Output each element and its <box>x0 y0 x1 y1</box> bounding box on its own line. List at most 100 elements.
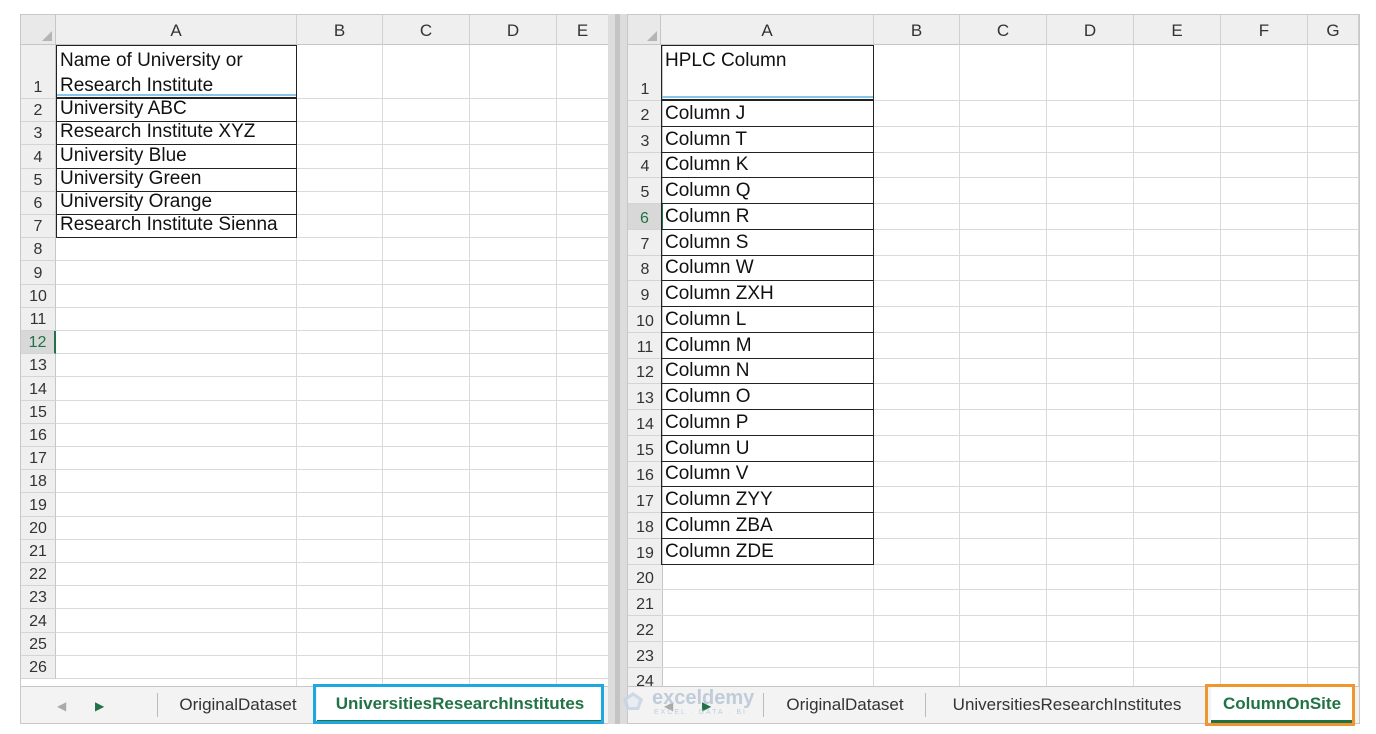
row-header-4[interactable]: 4 <box>628 152 663 179</box>
data-cell-a12[interactable]: Column N <box>661 357 874 385</box>
row-header-3[interactable]: 3 <box>21 122 56 146</box>
sheet-tab-original-dataset[interactable]: OriginalDataset <box>159 687 317 723</box>
row-header-24[interactable]: 24 <box>21 609 56 633</box>
data-cell-a6[interactable]: Column R <box>661 203 874 230</box>
row-header-14[interactable]: 14 <box>628 410 663 436</box>
row-header-8[interactable]: 8 <box>21 238 56 262</box>
row-header-18[interactable]: 18 <box>21 470 56 494</box>
column-header-c[interactable]: C <box>383 15 470 45</box>
column-header-d[interactable]: D <box>1047 15 1134 45</box>
column-header-e[interactable]: E <box>1134 15 1221 45</box>
row-header-11[interactable]: 11 <box>628 332 663 359</box>
row-header-22[interactable]: 22 <box>628 616 663 642</box>
header-cell-a1[interactable]: Name of University or Research Institute <box>56 45 297 98</box>
data-cell-a11[interactable]: Column M <box>661 331 874 359</box>
row-header-11[interactable]: 11 <box>21 307 56 331</box>
data-cell-a3[interactable]: Research Institute XYZ <box>56 121 297 146</box>
data-cell-a2[interactable]: University ABC <box>56 98 297 123</box>
data-cell-a9[interactable]: Column ZXH <box>661 280 874 307</box>
row-header-21[interactable]: 21 <box>628 590 663 616</box>
exceldemy-logo-icon <box>623 692 643 710</box>
column-header-a[interactable]: A <box>56 15 297 45</box>
row-header-21[interactable]: 21 <box>21 539 56 563</box>
column-header-f[interactable]: F <box>1221 15 1308 45</box>
data-cell-a5[interactable]: University Green <box>56 167 297 192</box>
column-header-b[interactable]: B <box>874 15 960 45</box>
row-header-13[interactable]: 13 <box>21 354 56 378</box>
row-header-15[interactable]: 15 <box>21 400 56 424</box>
column-header-c[interactable]: C <box>960 15 1047 45</box>
pane-split-divider[interactable] <box>608 14 627 724</box>
header-cell-a1[interactable]: HPLC Column <box>661 45 874 100</box>
row-header-20[interactable]: 20 <box>628 564 663 591</box>
row-header-20[interactable]: 20 <box>21 516 56 540</box>
column-header-g[interactable]: G <box>1308 15 1359 45</box>
row-header-16[interactable]: 16 <box>21 423 56 447</box>
data-cell-a15[interactable]: Column U <box>661 434 874 462</box>
row-header-17[interactable]: 17 <box>628 487 663 513</box>
select-all-corner[interactable] <box>21 15 56 45</box>
row-header-18[interactable]: 18 <box>628 513 663 539</box>
data-cell-a5[interactable]: Column Q <box>661 177 874 204</box>
cell-grid[interactable]: Name of University or Research Institute… <box>56 45 609 686</box>
row-header-23[interactable]: 23 <box>21 586 56 610</box>
row-header-26[interactable]: 26 <box>21 655 56 679</box>
row-header-22[interactable]: 22 <box>21 563 56 587</box>
row-header-8[interactable]: 8 <box>628 255 663 282</box>
data-cell-a13[interactable]: Column O <box>661 383 874 410</box>
left-spreadsheet-window: ABCDE 1 2 3 4 5 6 7 8 9 10 11 12 13 14 15 16 17 18 19 20 21 2… <box>20 14 610 724</box>
row-header-3[interactable]: 3 <box>628 126 663 153</box>
row-header-14[interactable]: 14 <box>21 377 56 401</box>
data-cell-a2[interactable]: Column J <box>661 100 874 127</box>
row-header-25[interactable]: 25 <box>21 632 56 656</box>
data-cell-a10[interactable]: Column L <box>661 306 874 333</box>
sheet-tab-original-dataset[interactable]: OriginalDataset <box>765 687 925 723</box>
data-cell-a16[interactable]: Column V <box>661 460 874 488</box>
row-header-5[interactable]: 5 <box>21 168 56 192</box>
row-header-7[interactable]: 7 <box>21 215 56 239</box>
row-header-17[interactable]: 17 <box>21 447 56 471</box>
sheet-tab-universities-research-institutes[interactable]: UniversitiesResearchInstitutes <box>927 687 1207 723</box>
right-spreadsheet-window: ABCDEFG 1 2 3 4 5 6 7 8 9 10 11 12 13 14 15 16 17 18 19 20 2… <box>627 14 1360 724</box>
data-cell-a8[interactable]: Column W <box>661 254 874 282</box>
row-header-6[interactable]: 6 <box>628 204 663 230</box>
scroll-tabs-left-icon[interactable]: ◀ <box>57 699 66 713</box>
row-header-12[interactable]: 12 <box>628 358 663 385</box>
scroll-tabs-right-icon[interactable]: ▶ <box>95 699 104 713</box>
select-all-corner[interactable] <box>628 15 661 45</box>
row-header-19[interactable]: 19 <box>21 493 56 517</box>
row-header-2[interactable]: 2 <box>21 99 56 123</box>
data-cell-a4[interactable]: Column K <box>661 151 874 179</box>
column-header-b[interactable]: B <box>297 15 383 45</box>
row-header-12[interactable]: 12 <box>21 331 56 355</box>
row-header-23[interactable]: 23 <box>628 641 663 668</box>
data-cell-a18[interactable]: Column ZBA <box>661 512 874 539</box>
row-header-10[interactable]: 10 <box>21 284 56 308</box>
column-header-a[interactable]: A <box>661 15 874 45</box>
data-cell-a14[interactable]: Column P <box>661 409 874 436</box>
column-header-e[interactable]: E <box>557 15 609 45</box>
row-header-1[interactable]: 1 <box>628 45 663 101</box>
data-cell-a7[interactable]: Column S <box>661 228 874 256</box>
data-cell-a6[interactable]: University Orange <box>56 190 297 215</box>
row-header-7[interactable]: 7 <box>628 229 663 256</box>
row-header-4[interactable]: 4 <box>21 145 56 169</box>
data-cell-a17[interactable]: Column ZYY <box>661 486 874 513</box>
row-header-16[interactable]: 16 <box>628 461 663 488</box>
row-header-2[interactable]: 2 <box>628 101 663 127</box>
row-header-5[interactable]: 5 <box>628 178 663 204</box>
row-header-13[interactable]: 13 <box>628 384 663 410</box>
data-cell-a3[interactable]: Column T <box>661 125 874 153</box>
data-cell-a4[interactable]: University Blue <box>56 144 297 169</box>
row-header-19[interactable]: 19 <box>628 538 663 565</box>
cell-grid[interactable]: HPLC Column Column J Column T Column K Colu… <box>661 45 1359 719</box>
row-header-9[interactable]: 9 <box>628 281 663 307</box>
row-header-10[interactable]: 10 <box>628 307 663 333</box>
data-cell-a7[interactable]: Research Institute Sienna <box>56 214 297 239</box>
row-header-9[interactable]: 9 <box>21 261 56 285</box>
row-header-6[interactable]: 6 <box>21 191 56 215</box>
row-header-15[interactable]: 15 <box>628 435 663 462</box>
column-header-d[interactable]: D <box>470 15 557 45</box>
data-cell-a19[interactable]: Column ZDE <box>661 537 874 565</box>
row-header-1[interactable]: 1 <box>21 45 56 99</box>
